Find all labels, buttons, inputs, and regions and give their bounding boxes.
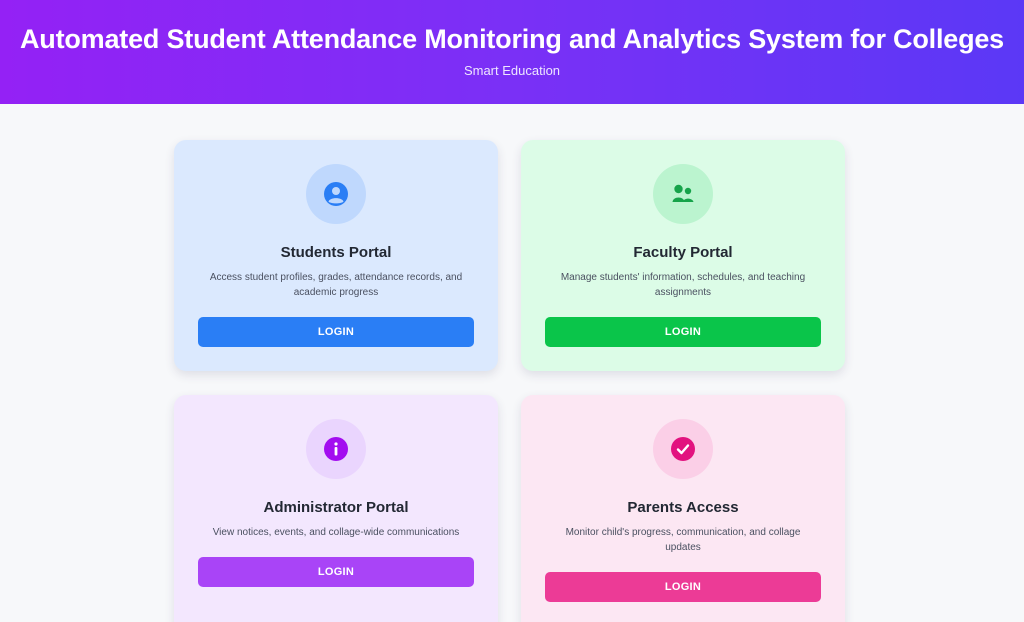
info-circle-icon xyxy=(306,419,366,479)
students-login-button[interactable]: LOGIN xyxy=(198,317,474,347)
card-description: Monitor child's progress, communication,… xyxy=(565,527,801,553)
card-description: View notices, events, and collage-wide c… xyxy=(212,527,460,538)
check-circle-icon xyxy=(653,419,713,479)
card-title: Administrator Portal xyxy=(263,499,409,516)
user-circle-icon xyxy=(306,164,366,224)
administrator-portal-card: Administrator Portal View notices, event… xyxy=(174,395,498,622)
card-description: Access student profiles, grades, attenda… xyxy=(209,272,463,298)
parents-access-card: Parents Access Monitor child's progress,… xyxy=(521,395,845,622)
card-description: Manage students' information, schedules,… xyxy=(560,272,806,298)
card-title: Parents Access xyxy=(627,499,739,516)
administrator-login-button[interactable]: LOGIN xyxy=(198,557,474,587)
card-title: Faculty Portal xyxy=(633,244,733,261)
page-title: Automated Student Attendance Monitoring … xyxy=(19,24,1004,54)
students-portal-card: Students Portal Access student profiles,… xyxy=(174,140,498,371)
faculty-portal-card: Faculty Portal Manage students' informat… xyxy=(521,140,845,371)
users-group-icon xyxy=(653,164,713,224)
page-subtitle: Smart Education xyxy=(463,63,561,78)
card-title: Students Portal xyxy=(280,244,392,261)
page-header: Automated Student Attendance Monitoring … xyxy=(0,0,1024,104)
faculty-login-button[interactable]: LOGIN xyxy=(545,317,821,347)
parents-login-button[interactable]: LOGIN xyxy=(545,572,821,602)
